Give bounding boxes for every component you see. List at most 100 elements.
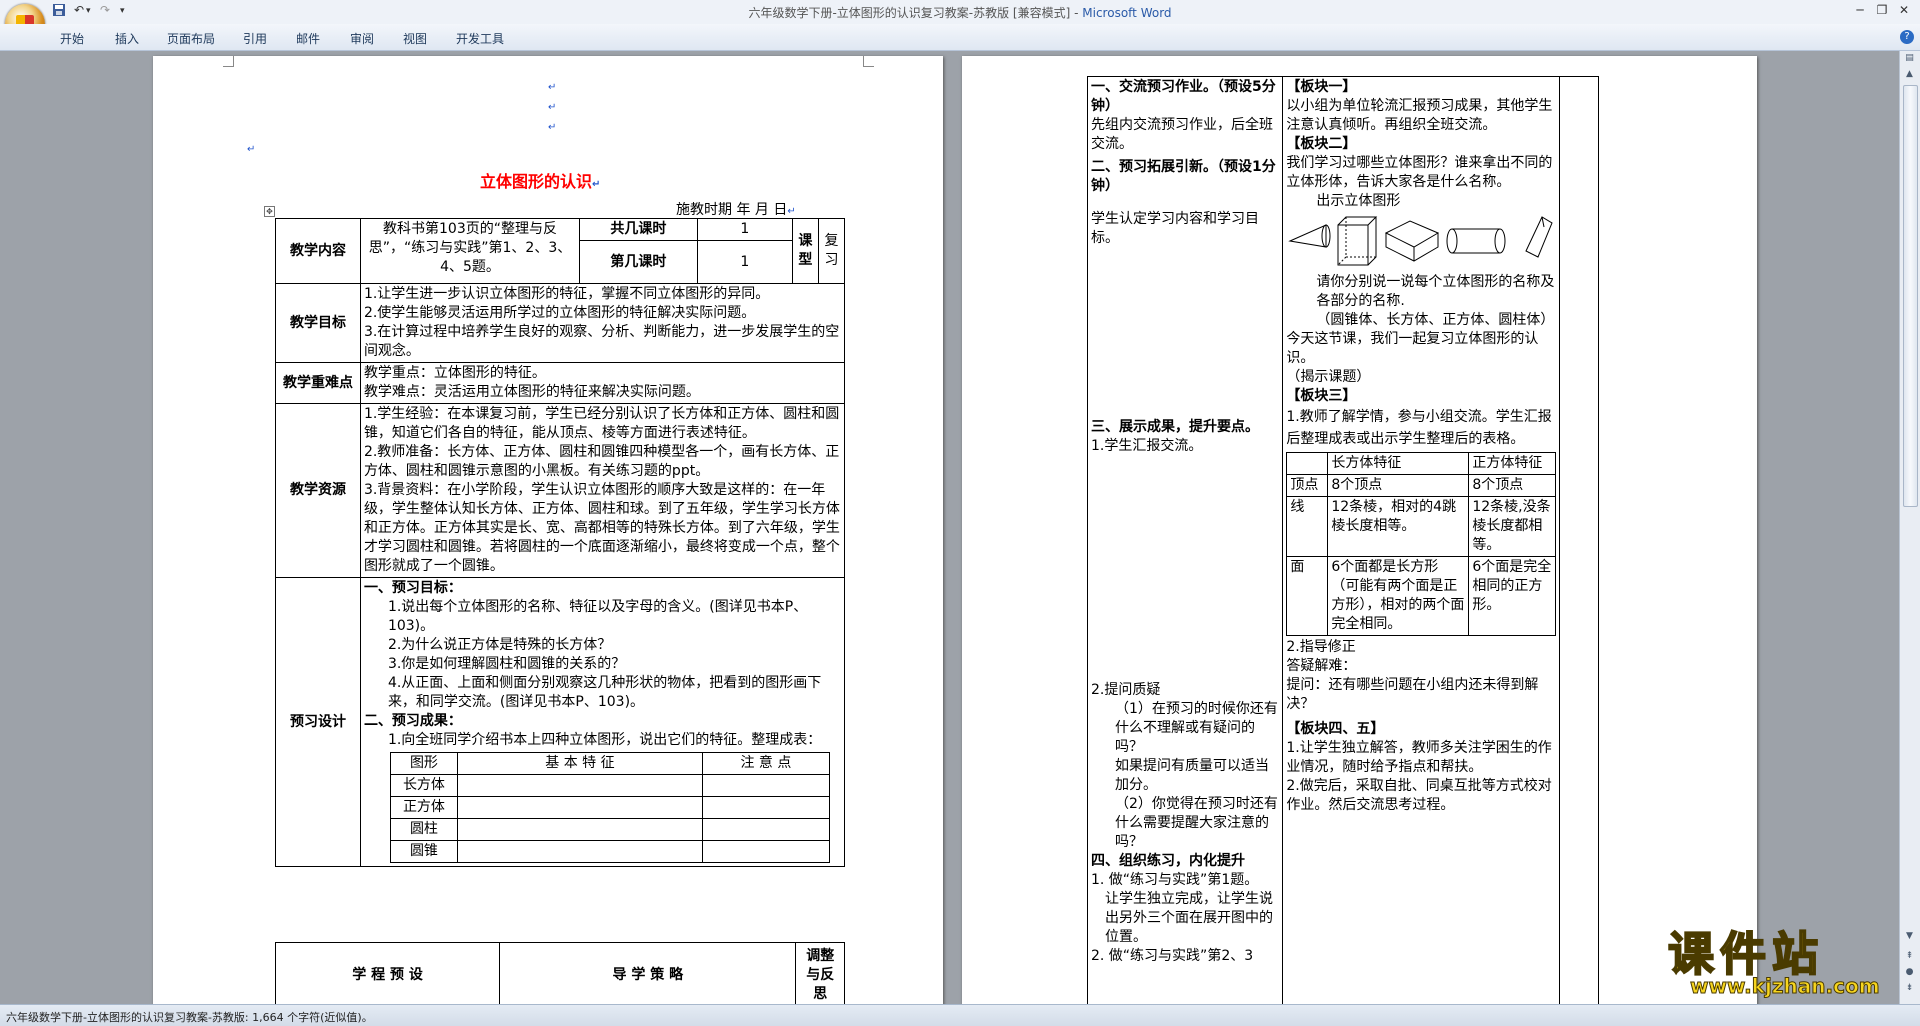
shape-note-cell[interactable] xyxy=(701,818,830,841)
preview-item: 1.说出每个立体图形的名称、特征以及字母的含义。(图详见书本P、103)。 xyxy=(387,599,808,634)
preview-cell: 一、预习目标： 1.说出每个立体图形的名称、特征以及字母的含义。(图详见书本P、… xyxy=(359,577,846,867)
process-line: 四、组织练习，内化提升 xyxy=(1091,853,1245,869)
compare-cell: 8个顶点 xyxy=(1468,474,1557,497)
total-hours-value: 1 xyxy=(696,218,793,241)
block-text: （揭示课题） xyxy=(1286,369,1371,385)
crop-mark xyxy=(863,56,874,67)
block-text: 2.指导修正 xyxy=(1286,639,1356,655)
type-value: 复习 xyxy=(817,218,846,284)
vertical-scrollbar[interactable]: ▤ ▲ ▼ ⇞ ● ⇟ xyxy=(1899,51,1920,1004)
block-title: 【板块二】 xyxy=(1286,136,1357,152)
paragraph-mark: ↵ xyxy=(548,122,557,133)
block-text: （圆锥体、长方体、正方体、圆柱体） xyxy=(1316,312,1555,328)
compare-cell: 12条棱，相对的4跳棱长度相等。 xyxy=(1327,496,1470,557)
shape-feature-cell[interactable] xyxy=(456,818,703,841)
shape-name: 圆柱 xyxy=(389,818,458,841)
watermark-url: www.kjzhan.com xyxy=(1690,974,1881,999)
footer-col-reflection: 调整与反思 xyxy=(795,942,845,1004)
ribbon-tab-bar: 开始 插入 页面布局 引用 邮件 审阅 视图 开发工具 ? xyxy=(0,24,1920,51)
shape-note-cell[interactable] xyxy=(701,840,830,863)
tab-view[interactable]: 视图 xyxy=(403,30,427,47)
reflection-cell[interactable] xyxy=(1559,76,1599,1004)
content-text: 教科书第103页的“整理与反思”，“练习与实践”第1、2、3、4、5题。 xyxy=(359,218,581,284)
compare-row-label: 面 xyxy=(1286,556,1329,636)
preview-item: 2.为什么说正方体是特殊的长方体？ xyxy=(387,637,612,653)
key-item: 教学重点：立体图形的特征。 xyxy=(363,365,546,381)
block-text: 1.让学生独立解答，教师多关注学困生的作业情况，随时给予指点和帮扶。 xyxy=(1286,740,1552,775)
close-button[interactable]: ✕ xyxy=(1894,3,1914,17)
document-page-2[interactable]: 一、交流预习作业。（预设5分钟） 先组内交流预习作业，后全班交流。 二、预习拓展… xyxy=(962,56,1757,1004)
resource-item: 3.背景资料：在小学阶段，学生认识立体图形的顺序大致是这样的：在一年级，学生整体… xyxy=(363,482,840,574)
scroll-up-icon[interactable]: ▲ xyxy=(1904,69,1915,79)
goal-item: 3.在计算过程中培养学生良好的观察、分析、判断能力，进一步发展学生的空间观念。 xyxy=(363,324,840,359)
table-move-handle-icon[interactable]: ✥ xyxy=(264,206,275,217)
which-hour-label: 第几课时 xyxy=(579,240,698,284)
cylinder-shape xyxy=(1446,228,1506,254)
resources-cell: 1.学生经验：在本课复习前，学生已经分别认识了长方体和正方体、圆柱和圆锥，知道它… xyxy=(359,403,846,578)
tab-mailings[interactable]: 邮件 xyxy=(296,30,320,47)
keys-cell: 教学重点：立体图形的特征。 教学难点：灵活运用立体图形的特征来解决实际问题。 xyxy=(359,362,846,404)
process-line: 2. 做“练习与实践”第2、3 xyxy=(1091,948,1254,964)
compare-cell: 12条棱,没条棱长度都相等。 xyxy=(1468,496,1557,557)
tab-references[interactable]: 引用 xyxy=(243,30,267,47)
process-line: 让学生独立完成，让学生说出另外三个面在展开图中的位置。 xyxy=(1105,891,1273,945)
shape-note-cell[interactable] xyxy=(701,774,830,797)
status-bar: 六年级数学下册-立体图形的认识复习教案-苏教版: 1,664 个字符(近似值)。 xyxy=(0,1004,1920,1026)
total-hours-label: 共几课时 xyxy=(579,218,698,241)
process-line: 三、展示成果，提升要点。 xyxy=(1091,419,1259,435)
shape-feature-cell[interactable] xyxy=(456,774,703,797)
tab-page-layout[interactable]: 页面布局 xyxy=(167,30,215,47)
shape-feature-cell[interactable] xyxy=(456,796,703,819)
tab-home[interactable]: 开始 xyxy=(60,30,84,47)
resource-item: 1.学生经验：在本课复习前，学生已经分别认识了长方体和正方体、圆柱和圆锥，知道它… xyxy=(363,406,840,441)
compare-header: 正方体特征 xyxy=(1468,452,1557,475)
redo-icon[interactable]: ↷ xyxy=(100,3,110,19)
undo-icon[interactable]: ↶ xyxy=(74,3,84,19)
undo-dropdown-icon[interactable]: ▾ xyxy=(86,6,91,22)
tab-developer[interactable]: 开发工具 xyxy=(456,30,504,47)
scrollbar-thumb[interactable] xyxy=(1903,85,1918,507)
block-text: 2.做完后，采取自批、同桌互批等方式校对作业。然后交流思考过程。 xyxy=(1286,778,1552,813)
content-label: 教学内容 xyxy=(275,218,361,284)
shape-feature-cell[interactable] xyxy=(456,840,703,863)
shape-name: 正方体 xyxy=(389,796,458,819)
blank-area xyxy=(1091,456,1279,681)
compare-cell: 6个面都是长方形（可能有两个面是正方形），相对的两个面完全相同。 xyxy=(1327,556,1470,636)
date-line: 施教时期 年 月 日↵ xyxy=(676,202,796,218)
shape-feature-table: 图形 基 本 特 征 注 意 点 长方体 正方体 圆柱 圆锥 xyxy=(389,752,830,863)
block-text: 请你分别说一说每个立体图形的名称及各部分的名称. xyxy=(1316,274,1555,309)
teaching-strategy-cell: 【板块一】 以小组为单位轮流汇报预习成果，其他学生注意认真倾听。再组织全班交流。… xyxy=(1282,76,1561,1004)
goals-label: 教学目标 xyxy=(275,283,361,363)
resources-label: 教学资源 xyxy=(275,403,361,578)
preview-item: 4.从正面、上面和侧面分别观察这几种形状的物体，把看到的图形画下来，和同学交流。… xyxy=(387,675,822,710)
block-text: 提问：还有哪些问题在小组内还未得到解决？ xyxy=(1286,677,1539,712)
cone-shape xyxy=(1288,224,1331,248)
ruler-toggle-icon[interactable]: ▤ xyxy=(1904,53,1915,63)
block-text: 我们学习过哪些立体图形？谁来拿出不同的立体形体，告诉大家各是什么名称。 xyxy=(1286,155,1553,190)
shape-name: 长方体 xyxy=(389,774,458,797)
lesson-plan-table: 教学内容 教科书第103页的“整理与反思”，“练习与实践”第1、2、3、4、5题… xyxy=(275,218,846,867)
tab-review[interactable]: 审阅 xyxy=(350,30,374,47)
paragraph-mark: ↵ xyxy=(548,102,557,113)
cube-shape xyxy=(1385,220,1440,262)
document-workspace: ↵ ↵ ↵ ↵ 立体图形的认识↵ 施教时期 年 月 日↵ ✥ 教学内容 教科书第… xyxy=(0,51,1900,1004)
shape-note-cell[interactable] xyxy=(701,796,830,819)
solid-shapes-figure xyxy=(1288,216,1553,266)
process-line: （2）你觉得在预习时还有什么需要提醒大家注意的吗？ xyxy=(1115,796,1278,850)
help-icon[interactable]: ? xyxy=(1900,30,1914,44)
save-icon[interactable] xyxy=(52,3,66,19)
goals-cell: 1.让学生进一步认识立体图形的特征，掌握不同立体图形的异同。 2.使学生能够灵活… xyxy=(359,283,846,363)
process-line: 学生认定学习内容和学习目标。 xyxy=(1091,211,1259,246)
restore-button[interactable]: ❐ xyxy=(1872,3,1892,17)
resource-item: 2.教师准备：长方体、正方体、圆柱和圆锥四种模型各一个，画有长方体、正方体、圆柱… xyxy=(363,444,840,479)
block-text: 出示立体图形 xyxy=(1316,193,1401,209)
document-page-1[interactable]: ↵ ↵ ↵ ↵ 立体图形的认识↵ 施教时期 年 月 日↵ ✥ 教学内容 教科书第… xyxy=(153,56,943,1004)
block-text: 1.教师了解学情，参与小组交流。学生汇报后整理成表或出示学生整理后的表格。 xyxy=(1286,409,1552,447)
customize-qat-icon[interactable]: ▾ xyxy=(120,6,125,22)
process-line: 二、预习拓展引新。（预设1分钟） xyxy=(1091,159,1276,194)
key-item: 教学难点：灵活运用立体图形的特征来解决实际问题。 xyxy=(363,384,700,400)
minimize-button[interactable]: ─ xyxy=(1850,3,1870,17)
process-line: 1. 做“练习与实践”第1题。 xyxy=(1091,872,1259,888)
process-line: 2.提问质疑 xyxy=(1091,682,1161,698)
tab-insert[interactable]: 插入 xyxy=(115,30,139,47)
